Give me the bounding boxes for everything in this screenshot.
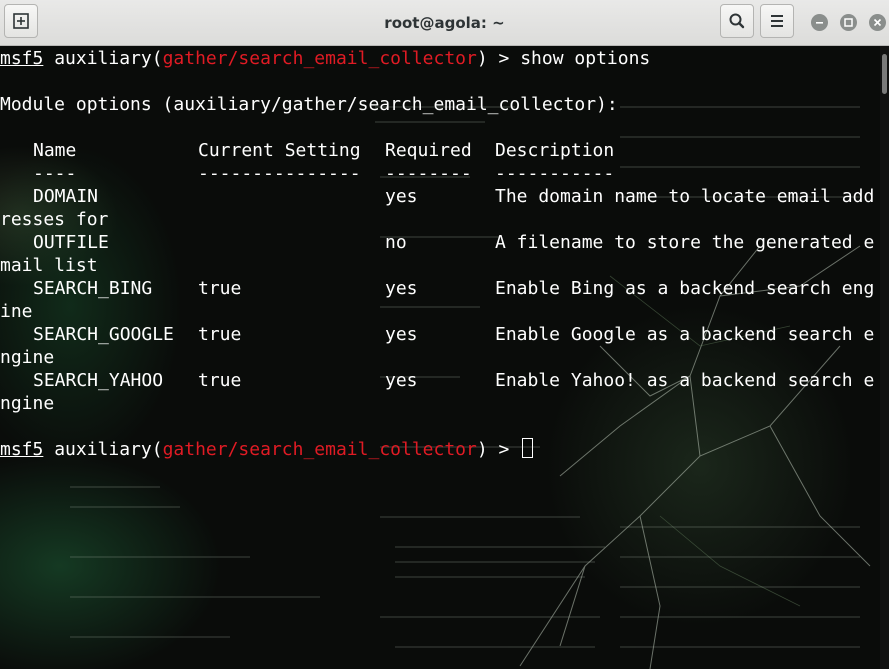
- option-description: Enable Yahoo! as a backend search e: [495, 370, 875, 391]
- option-name: SEARCH_BING: [33, 278, 153, 299]
- option-description: Enable Bing as a backend search eng: [495, 278, 875, 299]
- prompt-tail: ) >: [476, 439, 521, 460]
- option-required: yes: [385, 324, 418, 345]
- scrollbar-thumb[interactable]: [882, 54, 887, 94]
- prompt-line-1: msf5 auxiliary(gather/search_email_colle…: [0, 47, 650, 70]
- prompt-word: auxiliary(: [54, 439, 163, 460]
- option-description: Enable Google as a backend search e: [495, 324, 875, 345]
- option-description: The domain name to locate email add: [495, 186, 875, 207]
- option-name: SEARCH_YAHOO: [33, 370, 164, 391]
- option-setting: true: [198, 324, 242, 345]
- close-button[interactable]: [869, 14, 886, 31]
- header-description: Description: [495, 140, 615, 161]
- menu-button[interactable]: [760, 4, 794, 38]
- option-description-wrap: ngine: [0, 347, 55, 368]
- title-bar: root@agola: ~: [0, 0, 889, 46]
- table-row: SEARCH_BING true yes Enable Bing as a ba…: [0, 277, 880, 300]
- option-setting: true: [198, 278, 242, 299]
- table-row: SEARCH_GOOGLE true yes Enable Google as …: [0, 323, 880, 346]
- prompt-line-2[interactable]: msf5 auxiliary(gather/search_email_colle…: [0, 438, 534, 461]
- table-header-underline: ---- --------------- -------- ----------…: [0, 162, 880, 185]
- search-button[interactable]: [720, 4, 754, 38]
- close-icon: [873, 18, 882, 27]
- hamburger-menu-icon: [771, 15, 783, 27]
- option-description-wrap: ine: [0, 301, 33, 322]
- prompt-name: msf5: [0, 439, 44, 460]
- header-current-setting: Current Setting: [198, 140, 361, 161]
- module-options-line: Module options (auxiliary/gather/search_…: [0, 94, 618, 115]
- header-name: Name: [33, 140, 77, 161]
- maximize-icon: [844, 18, 853, 27]
- option-description: A filename to store the generated e: [495, 232, 875, 253]
- table-row: DOMAIN yes The domain name to locate ema…: [0, 185, 880, 208]
- option-name: DOMAIN: [33, 186, 99, 207]
- table-row: OUTFILE no A filename to store the gener…: [0, 231, 880, 254]
- option-required: yes: [385, 278, 418, 299]
- terminal-cursor[interactable]: [522, 438, 534, 458]
- prompt-word: auxiliary(: [54, 48, 163, 69]
- window-title: root@agola: ~: [384, 14, 505, 32]
- option-description-wrap: resses for: [0, 209, 109, 230]
- underline-description: -----------: [495, 163, 615, 184]
- maximize-button[interactable]: [840, 14, 857, 31]
- minimize-button[interactable]: [811, 14, 828, 31]
- option-name: OUTFILE: [33, 232, 109, 253]
- table-row: SEARCH_YAHOO true yes Enable Yahoo! as a…: [0, 369, 880, 392]
- option-setting: true: [198, 370, 242, 391]
- underline-required: --------: [385, 163, 472, 184]
- option-required: yes: [385, 186, 418, 207]
- option-description-wrap: mail list: [0, 255, 98, 276]
- option-name: SEARCH_GOOGLE: [33, 324, 174, 345]
- prompt-module: gather/search_email_collector: [162, 439, 477, 460]
- table-header: Name Current Setting Required Descriptio…: [0, 139, 880, 162]
- prompt-name: msf5: [0, 48, 44, 69]
- command-text: show options: [520, 48, 651, 69]
- underline-name: ----: [33, 163, 77, 184]
- header-required: Required: [385, 140, 472, 161]
- option-required: yes: [385, 370, 418, 391]
- minimize-icon: [816, 22, 823, 24]
- search-icon: [729, 13, 745, 29]
- option-description-wrap: ngine: [0, 393, 55, 414]
- underline-setting: ---------------: [198, 163, 361, 184]
- prompt-module: gather/search_email_collector: [162, 48, 477, 69]
- prompt-tail: ) >: [476, 48, 521, 69]
- terminal-area[interactable]: msf5 auxiliary(gather/search_email_colle…: [0, 46, 880, 669]
- option-required: no: [385, 232, 407, 253]
- scrollbar-track[interactable]: [880, 46, 889, 669]
